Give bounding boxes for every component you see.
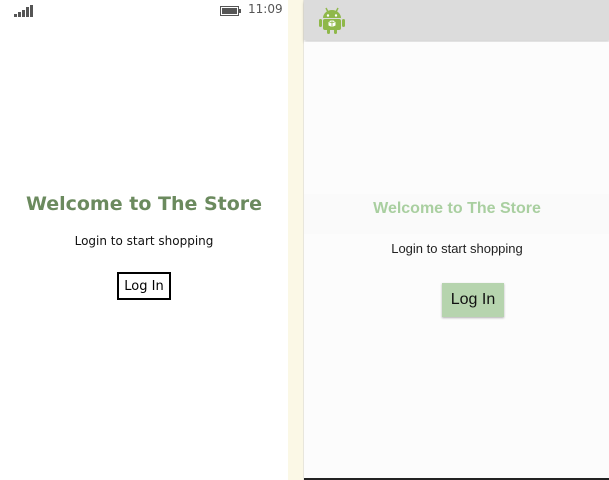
login-button[interactable]: Log In xyxy=(442,283,504,317)
page-title: Welcome to The Store xyxy=(25,193,263,215)
status-time: 11:09 xyxy=(248,2,283,16)
screen-divider xyxy=(288,0,303,480)
signal-strength-icon xyxy=(14,5,33,17)
action-bar xyxy=(304,0,609,40)
page-title: Welcome to The Store xyxy=(373,200,541,217)
battery-icon xyxy=(220,6,241,16)
login-button[interactable]: Log In xyxy=(117,272,171,300)
content-area xyxy=(304,42,609,480)
subtitle-text: Login to start shopping xyxy=(74,234,214,248)
android-screen: Welcome to The Store Login to start shop… xyxy=(303,0,609,480)
windows-phone-screen: 11:09 Welcome to The Store Login to star… xyxy=(0,0,288,480)
subtitle-text: Login to start shopping xyxy=(391,241,523,256)
android-robot-icon[interactable] xyxy=(318,5,346,35)
